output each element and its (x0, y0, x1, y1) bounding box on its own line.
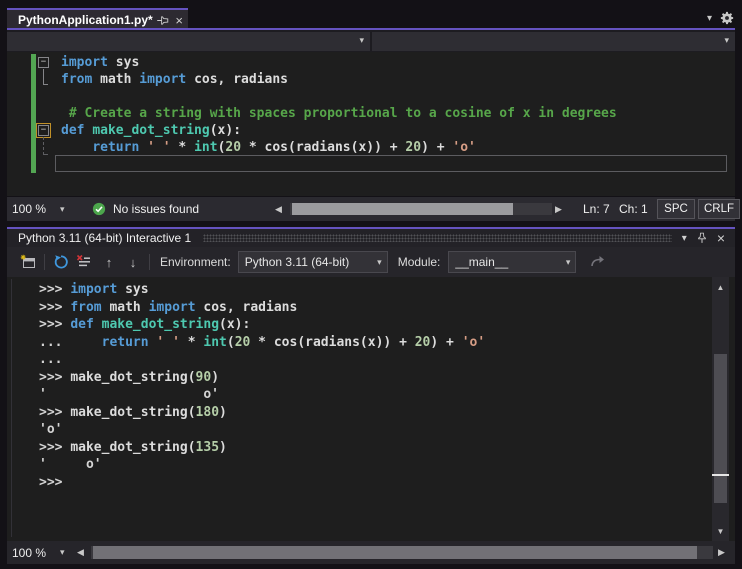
interactive-status-bar: 100 % ▾ ◀ ▶ (7, 541, 735, 564)
line-ending-button[interactable]: CRLF (698, 199, 740, 219)
interactive-repl[interactable]: >>> import sys >>> from math import cos, … (7, 277, 712, 541)
interactive-zoom-select[interactable]: 100 % ▾ (12, 541, 65, 564)
chevron-down-icon: ▾ (60, 203, 65, 214)
environment-dropdown[interactable]: Python 3.11 (64-bit) ▾ (237, 251, 388, 273)
code-line: ' o' (39, 457, 102, 472)
toolbar-separator (149, 254, 150, 270)
interactive-toolbar: ↑ ↓ Environment: Python 3.11 (64-bit) ▾ … (7, 247, 735, 277)
interactive-hscrollbar-thumb[interactable] (93, 546, 697, 559)
fold-region-bracket (43, 69, 48, 85)
editor-hscrollbar-thumb[interactable] (292, 203, 513, 215)
check-circle-icon (92, 202, 106, 216)
environment-value: Python 3.11 (64-bit) (244, 255, 350, 269)
vscroll-down-button[interactable]: ▼ (712, 523, 729, 539)
code-line: ... (39, 352, 71, 367)
tab-title: PythonApplication1.py* (18, 13, 153, 27)
member-dropdown[interactable]: ▾ (372, 32, 735, 51)
code-line: >>> make_dot_string(90) (39, 369, 220, 385)
code-line: def make_dot_string(x): (61, 123, 242, 138)
interactive-title-bar[interactable]: Python 3.11 (64-bit) Interactive 1 ▾ × (7, 229, 735, 247)
pin-icon[interactable] (155, 12, 171, 28)
module-label: Module: (397, 255, 441, 269)
spaces-toggle-button[interactable]: SPC (657, 199, 695, 219)
code-line: from math import cos, radians (61, 72, 288, 87)
vscrollbar-thumb[interactable] (714, 354, 727, 503)
issues-status: No issues found (92, 197, 199, 221)
hscroll-left-button[interactable]: ◀ (77, 541, 84, 564)
code-line: >>> make_dot_string(180) (39, 404, 227, 420)
hscroll-right-button[interactable]: ▶ (718, 541, 725, 564)
close-icon[interactable]: × (717, 230, 725, 246)
interactive-title: Python 3.11 (64-bit) Interactive 1 (18, 231, 192, 245)
editor-zoom-select[interactable]: 100 % ▾ (12, 197, 65, 221)
code-line: ' o' (39, 387, 220, 402)
tab-list-chevron-icon[interactable]: ▾ (707, 13, 712, 24)
repl-code: >>> import sys >>> from math import cos, … (39, 281, 485, 491)
code-line: >>> from math import cos, radians (39, 299, 298, 315)
code-line: # Create a string with spaces proportion… (61, 106, 617, 121)
line-indicator: Ln: 7 (583, 202, 610, 216)
interactive-window-options-icon[interactable] (20, 254, 36, 270)
close-icon[interactable]: × (175, 13, 183, 28)
caret-line-highlight (55, 155, 727, 172)
module-value: __main__ (455, 255, 509, 269)
editor-status-bar: 100 % ▾ No issues found ◀ ▶ Ln: 7 Ch: 1 … (7, 197, 740, 221)
interactive-hscrollbar[interactable] (91, 546, 713, 559)
reset-environment-icon[interactable] (53, 254, 69, 270)
chevron-down-icon: ▾ (724, 35, 729, 45)
chevron-down-icon: ▾ (359, 35, 364, 45)
code-line: >>> import sys (39, 282, 149, 297)
editor-zoom-value: 100 % (12, 202, 47, 216)
pin-icon[interactable] (696, 231, 708, 245)
code-line: import sys (61, 55, 140, 70)
vscroll-up-button[interactable]: ▲ (712, 279, 729, 295)
column-indicator: Ch: 1 (619, 202, 648, 216)
chevron-down-icon: ▾ (565, 256, 571, 267)
visual-studio-window: PythonApplication1.py* × ▾ ▾ ▾ − − impor… (0, 0, 742, 569)
editor-hscrollbar[interactable] (290, 203, 552, 215)
gear-icon[interactable] (720, 11, 734, 25)
titlebar-grip (203, 234, 672, 242)
history-previous-icon[interactable]: ↑ (101, 255, 117, 270)
hscroll-left-button[interactable]: ◀ (275, 197, 282, 221)
interactive-window-controls: ▾ × (682, 230, 735, 246)
send-to-interactive-icon (590, 254, 606, 270)
chevron-down-icon: ▾ (377, 256, 382, 267)
code-editor[interactable]: − − import sys from math import cos, radi… (7, 52, 735, 196)
fold-collapse-box[interactable]: − (38, 57, 49, 68)
code-line: 'o' (39, 422, 63, 437)
window-menu-chevron-icon[interactable]: ▾ (682, 233, 687, 244)
code-line: >>> (39, 474, 71, 490)
type-dropdown[interactable]: ▾ (7, 32, 370, 51)
chevron-down-icon: ▾ (60, 547, 65, 557)
tab-python-application[interactable]: PythonApplication1.py* × (7, 8, 188, 30)
tab-row-controls: ▾ (707, 8, 734, 28)
module-dropdown[interactable]: __main__ ▾ (448, 251, 577, 273)
change-tracking-bar (31, 54, 36, 173)
code-line: return ' ' * int(20 * cos(radians(x)) + … (92, 140, 476, 155)
interactive-zoom-value: 100 % (12, 545, 47, 560)
interactive-vertical-scrollbar[interactable]: ▲ ▼ (712, 277, 729, 541)
history-next-icon[interactable]: ↓ (125, 255, 141, 270)
caret-position-marker (712, 474, 729, 476)
repl-margin-line (11, 279, 12, 537)
issues-status-text: No issues found (113, 202, 200, 216)
code-line: ... return ' ' * int(20 * cos(radians(x)… (39, 334, 486, 350)
code-line: >>> make_dot_string(135) (39, 439, 227, 455)
code-line: >>> def make_dot_string(x): (39, 317, 251, 332)
clear-screen-icon[interactable] (76, 254, 92, 270)
hscroll-right-button[interactable]: ▶ (555, 197, 562, 221)
toolbar-separator (44, 254, 45, 270)
navigation-bar: ▾ ▾ (7, 30, 735, 52)
environment-label: Environment: (160, 255, 231, 269)
fold-collapse-box[interactable]: − (38, 125, 49, 136)
fold-region-guide (43, 137, 48, 155)
